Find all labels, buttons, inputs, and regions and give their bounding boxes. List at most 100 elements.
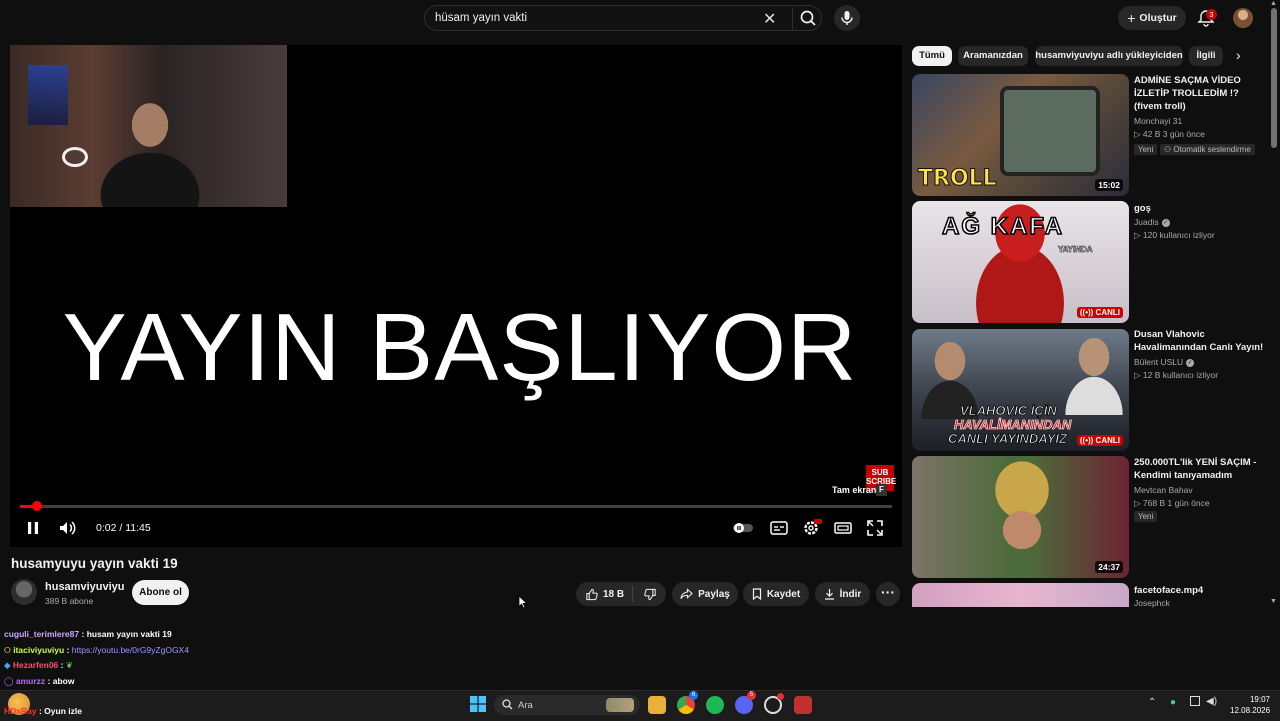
volume-button[interactable] (56, 517, 78, 539)
subscriber-count: 389 B abone (45, 596, 94, 606)
filter-chip-from-uploader[interactable]: husamviyuviyu adlı yükleyiciden (1035, 46, 1183, 66)
auto-dub-badge: ⚇ Otomatik seslendirme (1160, 144, 1255, 155)
create-button[interactable]: + Oluştur (1118, 6, 1186, 30)
windows-logo-icon (470, 696, 486, 712)
display-tray-icon[interactable] (1190, 696, 1200, 706)
filter-chip-all[interactable]: Tümü (912, 46, 952, 66)
scrollbar-thumb[interactable] (1271, 8, 1277, 148)
play-icon: ▷ (1134, 370, 1143, 380)
recommendation-title[interactable]: ADMİNE SAÇMA VİDEO İZLETİP TROLLEDİM !? … (1134, 74, 1264, 113)
fullscreen-button[interactable] (864, 517, 886, 539)
chat-link[interactable]: https://youtu.be/0rG9yZgOGX4 (72, 645, 189, 655)
thumbnail-text: TROLL (918, 166, 998, 192)
mic-icon (841, 11, 853, 25)
share-button[interactable]: Paylaş (672, 582, 738, 606)
pause-button[interactable] (22, 517, 44, 539)
thumbs-up-icon (586, 588, 598, 600)
scroll-down-arrow[interactable]: ▼ (1270, 598, 1277, 605)
chat-user: Hezarfen06 (12, 660, 59, 670)
taskbar-clock[interactable]: 19:07 12.08.2026 (1230, 694, 1270, 716)
video-title: husamyuyu yayın vakti 19 (11, 556, 178, 571)
chat-separator: : (45, 676, 53, 686)
spotify-icon[interactable] (706, 696, 724, 714)
recommendation-title[interactable]: goş (1134, 202, 1264, 215)
chat-line: HDxRay : Oyun izle (4, 706, 82, 716)
chat-line: cuguli_terimlere87 : husam yayın vakti 1… (4, 629, 172, 639)
channel-label: Juadis (1134, 217, 1159, 227)
video-player[interactable]: YAYIN BAŞLIYOR SUB SCRIBE Tam ekran F 0:… (10, 45, 902, 547)
channel-avatar[interactable] (11, 579, 37, 605)
file-explorer-icon[interactable] (648, 696, 666, 714)
live-icon: ((•)) (1079, 308, 1096, 317)
more-icon: ··· (881, 584, 895, 600)
chat-badge-icon: ⭘ (4, 645, 11, 655)
progress-bar[interactable] (20, 505, 892, 508)
time-readout: 0:02 / 11:45 (96, 522, 151, 534)
webcam-overlay (10, 45, 287, 207)
account-avatar[interactable] (1233, 8, 1253, 28)
like-button[interactable]: 18 B (585, 586, 634, 602)
filter-chip-related[interactable]: İlgili (1189, 46, 1223, 66)
chat-user: cuguli_terimlere87 (4, 629, 80, 639)
theater-mode-button[interactable] (832, 517, 854, 539)
fullscreen-shortcut-key: F (876, 484, 887, 496)
live-label: CANLI (1095, 308, 1120, 317)
search-button[interactable] (792, 7, 823, 29)
thumbs-down-icon (644, 588, 656, 600)
app-icon[interactable] (794, 696, 812, 714)
scroll-up-arrow[interactable]: ▲ (1270, 0, 1277, 7)
thumbnail-tv (1000, 86, 1100, 176)
more-actions-button[interactable]: ··· (876, 582, 900, 606)
filter-chip-from-search[interactable]: Aramanızdan (958, 46, 1028, 66)
chat-badge-icon: ◆ (4, 660, 11, 670)
mic-tray-icon[interactable]: ● (1170, 697, 1176, 708)
pause-icon (28, 522, 38, 534)
search-box[interactable]: hüsam yayın vakti ✕ (424, 5, 822, 31)
search-input[interactable]: hüsam yayın vakti (435, 12, 527, 24)
thumbnail-text: HAVALİMANINDAN (954, 417, 1072, 433)
auto-dub-label: Otomatik seslendirme (1173, 145, 1251, 154)
recommendation-title[interactable]: Dusan Vlahovic Havalimanından Canlı Yayı… (1134, 328, 1264, 354)
voice-search-button[interactable] (834, 5, 860, 31)
chat-emote-icon: ❦ (65, 660, 73, 670)
tray-chevron-up-icon[interactable]: ⌃ (1148, 697, 1156, 708)
settings-button[interactable] (800, 517, 822, 539)
recommendation-title[interactable]: facetoface.mp4 (1134, 584, 1264, 597)
verified-icon: ✓ (1161, 218, 1170, 227)
recommendation-thumbnail[interactable]: AĞ KAFA YAYINDA ((•)) CANLI (912, 201, 1129, 323)
download-icon (824, 589, 834, 600)
voice-icon: ⚇ (1164, 145, 1174, 154)
recommendation-channel[interactable]: Mevtcan Bahav (1134, 485, 1193, 495)
chrome-badge: 6 (689, 691, 698, 700)
chevron-right-icon[interactable]: › (1236, 47, 1241, 63)
autoplay-toggle[interactable] (732, 517, 754, 539)
save-button[interactable]: Kaydet (743, 582, 809, 606)
recommendation-channel[interactable]: Monchayi 31 (1134, 116, 1182, 126)
recommendation-channel[interactable]: Bülent USLU ✓ (1134, 357, 1195, 367)
save-label: Kaydet (766, 588, 801, 600)
recommendation-title[interactable]: 250.000TL'lik YENİ SAÇIM - Kendimi tanıy… (1134, 456, 1264, 482)
channel-name[interactable]: husamviyuviyu (45, 581, 124, 593)
new-badge: Yeni (1134, 511, 1158, 522)
recommendation-channel[interactable]: Josephck (1134, 598, 1170, 608)
dislike-button[interactable] (638, 588, 657, 601)
start-button[interactable] (470, 696, 486, 712)
discord-badge: 5 (747, 691, 756, 700)
download-button[interactable]: İndir (815, 582, 870, 606)
volume-tray-icon[interactable]: ◀) (1206, 696, 1217, 707)
recommendation-thumbnail[interactable]: TROLL 15:02 (912, 74, 1129, 196)
scrubber-handle[interactable] (32, 501, 43, 511)
recommendation-thumbnail[interactable] (912, 583, 1129, 607)
taskbar-search[interactable]: Ara (494, 695, 640, 715)
search-icon (502, 699, 513, 710)
captions-button[interactable] (768, 517, 790, 539)
recommendation-thumbnail[interactable]: 24:37 (912, 456, 1129, 578)
download-label: İndir (839, 588, 862, 600)
recommendation-thumbnail[interactable]: VLAHOVIC İÇİN HAVALİMANINDAN CANLI YAYIN… (912, 329, 1129, 451)
subscribe-button[interactable]: Abone ol (132, 580, 189, 605)
live-badge: ((•)) CANLI (1076, 435, 1123, 446)
recommendation-channel[interactable]: Juadis ✓ (1134, 217, 1170, 227)
volume-icon (60, 521, 76, 535)
clock-time: 19:07 (1249, 695, 1270, 704)
clear-icon[interactable]: ✕ (763, 9, 776, 29)
